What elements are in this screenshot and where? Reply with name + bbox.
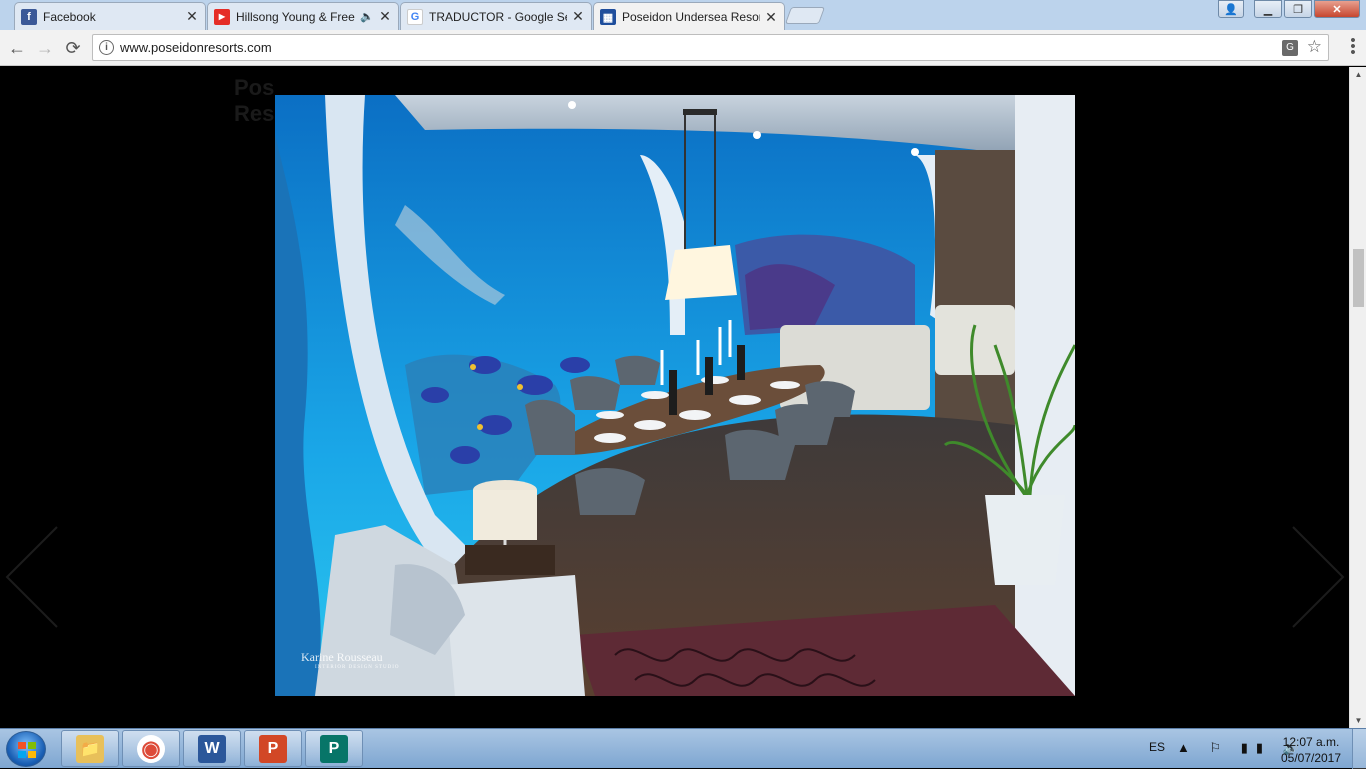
translate-icon[interactable]: G: [1282, 40, 1298, 56]
file-explorer-icon: 📁: [76, 734, 104, 763]
tab-title: Facebook: [43, 9, 96, 24]
clock-date: 05/07/2017: [1280, 751, 1342, 765]
tab-title: Hillsong Young & Free: [236, 9, 355, 24]
title-bar: f Facebook ✕ ▶ Hillsong Young & Free 🔈 ✕…: [0, 0, 1366, 31]
tab-close-icon[interactable]: ✕: [764, 9, 778, 26]
word-icon: W: [198, 734, 226, 763]
taskbar-word[interactable]: W: [183, 730, 241, 767]
chrome-menu-icon[interactable]: • • •: [1350, 33, 1356, 60]
language-indicator[interactable]: ES: [1149, 740, 1165, 754]
maximize-button[interactable]: ❐: [1284, 0, 1312, 18]
clock-time: 12:07 a.m.: [1282, 735, 1340, 749]
show-desktop-button[interactable]: [1352, 729, 1366, 769]
tab-title: TRADUCTOR - Google Se: [429, 9, 567, 24]
user-profile-icon[interactable]: 👤: [1218, 0, 1244, 18]
scroll-up-arrow-icon[interactable]: ▲: [1350, 67, 1366, 82]
underwater-dining-room-image: [275, 95, 1075, 696]
window-controls: 👤 ▁ ❐ ✕: [1216, 0, 1360, 18]
facebook-icon: f: [21, 8, 37, 25]
chevron-right-icon: [1292, 526, 1345, 628]
windows-taskbar: 📁 ◉ W P P ES ▲ ⚐ ▮▮ 🔊 12:07 a.m. 05/07/2…: [0, 728, 1366, 769]
tab-traductor[interactable]: G TRADUCTOR - Google Se ✕: [400, 2, 592, 30]
watermark-subtitle: INTERIOR DESIGN STUDIO: [315, 665, 400, 670]
windows-logo-icon: [18, 742, 36, 758]
scroll-down-arrow-icon[interactable]: ▼: [1350, 713, 1366, 728]
lightbox-next-arrow[interactable]: [1288, 522, 1348, 632]
taskbar-publisher[interactable]: P: [305, 730, 363, 767]
taskbar-file-explorer[interactable]: 📁: [61, 730, 119, 767]
reload-icon[interactable]: ⟳: [62, 37, 84, 59]
url-text[interactable]: www.poseidonresorts.com: [120, 40, 272, 55]
powerpoint-icon: P: [259, 734, 287, 763]
lightbox-prev-arrow[interactable]: [2, 522, 62, 632]
taskbar-clock[interactable]: 12:07 a.m. 05/07/2017: [1278, 734, 1344, 766]
lightbox-image[interactable]: Karine Rousseau INTERIOR DESIGN STUDIO: [275, 95, 1075, 696]
chevron-left-icon: [5, 526, 58, 628]
tab-close-icon[interactable]: ✕: [571, 8, 585, 25]
browser-toolbar: ← → ⟳ i www.poseidonresorts.com G ☆ • • •: [0, 30, 1366, 66]
forward-arrow-icon[interactable]: →: [34, 37, 56, 59]
page-content: Pos Res Karine Rousseau INTERIOR DESIGN …: [0, 67, 1349, 728]
close-window-button[interactable]: ✕: [1314, 0, 1360, 18]
chrome-icon: ◉: [137, 734, 165, 763]
background-logo: Pos Res: [234, 75, 275, 126]
new-tab-button[interactable]: [784, 7, 826, 24]
audio-playing-icon[interactable]: 🔈: [360, 10, 374, 23]
address-bar[interactable]: i www.poseidonresorts.com G ☆: [92, 34, 1329, 61]
taskbar-powerpoint[interactable]: P: [244, 730, 302, 767]
scrollbar-thumb[interactable]: [1353, 249, 1364, 307]
site-info-icon[interactable]: i: [99, 40, 114, 55]
tab-facebook[interactable]: f Facebook ✕: [14, 2, 206, 30]
youtube-icon: ▶: [214, 8, 230, 25]
tab-close-icon[interactable]: ✕: [185, 8, 199, 25]
vertical-scrollbar[interactable]: ▲ ▼: [1349, 67, 1366, 728]
bookmark-star-icon[interactable]: ☆: [1307, 37, 1322, 57]
back-arrow-icon[interactable]: ←: [6, 37, 28, 59]
tab-hillsong[interactable]: ▶ Hillsong Young & Free 🔈 ✕: [207, 2, 399, 30]
minimize-button[interactable]: ▁: [1254, 0, 1282, 18]
start-button[interactable]: [6, 731, 46, 767]
google-icon: G: [407, 8, 423, 25]
tab-title: Poseidon Undersea Resor: [622, 10, 760, 24]
site-grid-icon: ▦: [600, 9, 616, 25]
tab-poseidon[interactable]: ▦ Poseidon Undersea Resor ✕: [593, 2, 785, 31]
tab-close-icon[interactable]: ✕: [378, 8, 392, 25]
taskbar-chrome[interactable]: ◉: [122, 730, 180, 767]
publisher-icon: P: [320, 734, 348, 763]
watermark-name: Karine Rousseau: [301, 650, 383, 664]
designer-watermark: Karine Rousseau INTERIOR DESIGN STUDIO: [301, 650, 400, 670]
